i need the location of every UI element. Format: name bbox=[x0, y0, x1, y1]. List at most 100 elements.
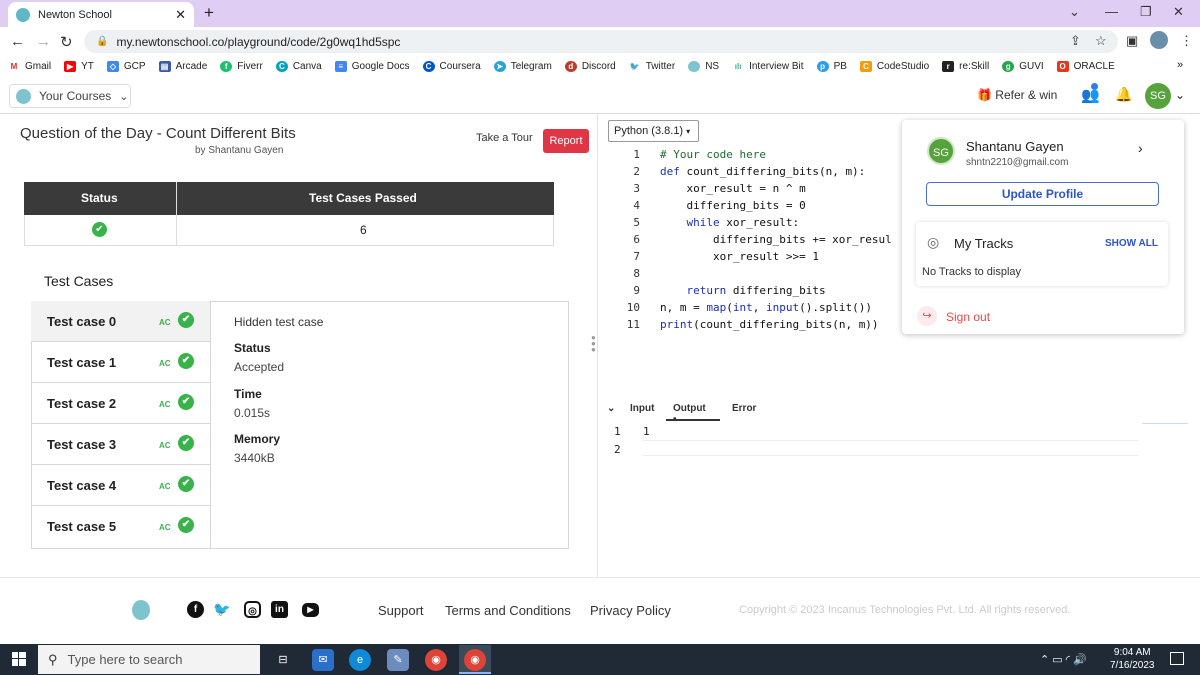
bookmark-interview-bit[interactable]: ılı Interview Bit bbox=[732, 61, 804, 72]
share-icon[interactable]: ⇪ bbox=[1070, 33, 1081, 49]
taskbar-search-box[interactable]: ⚲ Type here to search bbox=[38, 645, 260, 674]
test-case-item[interactable]: Test case 4 AC ✔ bbox=[31, 465, 210, 506]
bookmark-yt[interactable]: ▶ YT bbox=[64, 61, 94, 72]
bookmark-fiverr[interactable]: f Fiverr bbox=[220, 61, 263, 72]
tab-output[interactable]: Output • bbox=[673, 403, 706, 425]
bookmark-guvi[interactable]: g GUVI bbox=[1002, 61, 1044, 72]
browser-tab[interactable]: Newton School ✕ bbox=[8, 2, 194, 27]
google-docs-icon: ≡ bbox=[334, 61, 347, 72]
bookmark-gmail[interactable]: M Gmail bbox=[8, 61, 51, 72]
clock[interactable]: 9:04 AM 7/16/2023 bbox=[1110, 646, 1155, 672]
close-tab-icon[interactable]: ✕ bbox=[175, 7, 186, 23]
bookmark-ns[interactable]: NS bbox=[688, 61, 719, 72]
panel-splitter-handle[interactable]: ● ● ● bbox=[591, 334, 596, 354]
forward-icon[interactable]: → bbox=[36, 33, 51, 50]
privacy-link[interactable]: Privacy Policy bbox=[590, 603, 671, 618]
your-courses-dropdown[interactable]: Your Courses ⌄ bbox=[9, 84, 131, 108]
question-author: by Shantanu Gayen bbox=[195, 145, 284, 156]
notepad-icon[interactable]: ✎ bbox=[387, 649, 409, 671]
bookmark-twitter[interactable]: 🐦 Twitter bbox=[628, 61, 675, 72]
bookmark-coursera[interactable]: C Coursera bbox=[422, 61, 481, 72]
user-avatar[interactable]: SG bbox=[1145, 83, 1171, 109]
menu-kebab-icon[interactable]: ⋮ bbox=[1180, 33, 1193, 49]
test-case-item[interactable]: Test case 3 AC ✔ bbox=[31, 424, 210, 465]
io-line-number: 2 bbox=[614, 443, 621, 456]
bookmark-google-docs[interactable]: ≡ Google Docs bbox=[334, 61, 410, 72]
twitter-icon[interactable]: 🐦 bbox=[213, 601, 230, 618]
tab-input[interactable]: Input bbox=[630, 403, 654, 414]
bookmark-reskill[interactable]: r re:Skill bbox=[942, 61, 989, 72]
take-tour-button[interactable]: Take a Tour bbox=[476, 132, 533, 144]
newton-logo-icon[interactable] bbox=[132, 600, 150, 620]
pb-icon: p bbox=[816, 61, 829, 72]
test-case-item[interactable]: Test case 5 AC ✔ bbox=[31, 506, 210, 547]
test-case-item[interactable]: Test case 0 AC ✔ bbox=[31, 301, 210, 342]
check-icon: ✔ bbox=[178, 476, 194, 492]
test-case-name: Test case 3 bbox=[47, 437, 117, 452]
bookmark-oracle[interactable]: O ORACLE bbox=[1056, 61, 1115, 72]
bell-icon[interactable]: 🔔 bbox=[1115, 86, 1132, 103]
active-tab-underline bbox=[666, 419, 720, 421]
column-divider bbox=[176, 182, 177, 246]
bookmark-telegram[interactable]: ➤ Telegram bbox=[493, 61, 552, 72]
canva-icon: C bbox=[275, 61, 288, 72]
terms-link[interactable]: Terms and Conditions bbox=[445, 603, 571, 618]
windows-start-icon[interactable] bbox=[12, 652, 26, 666]
profile-avatar-icon[interactable] bbox=[1150, 31, 1168, 49]
maximize-button[interactable]: ❐ bbox=[1140, 4, 1152, 20]
chrome-icon[interactable]: ◉ bbox=[425, 649, 447, 671]
bookmark-arcade[interactable]: ▤ Arcade bbox=[158, 61, 207, 72]
chevron-right-icon[interactable]: › bbox=[1138, 140, 1143, 156]
sign-out-icon[interactable]: ↪ bbox=[917, 306, 937, 326]
notification-center-icon[interactable] bbox=[1170, 652, 1184, 665]
close-window-button[interactable]: ✕ bbox=[1173, 4, 1184, 20]
bookmark-canva[interactable]: C Canva bbox=[275, 61, 322, 72]
back-icon[interactable]: ← bbox=[10, 33, 25, 50]
instagram-icon[interactable]: ◎ bbox=[244, 601, 261, 618]
verdict-badge: AC bbox=[159, 400, 171, 409]
language-select[interactable]: Python (3.8.1) ▾ bbox=[608, 120, 699, 142]
line-number: 6 bbox=[633, 233, 640, 246]
bookmark-pb[interactable]: p PB bbox=[816, 61, 847, 72]
reload-icon[interactable]: ↻ bbox=[60, 33, 73, 51]
bookmark-codestudio[interactable]: C CodeStudio bbox=[859, 61, 929, 72]
io-input-field[interactable] bbox=[643, 440, 1138, 456]
minimize-button[interactable]: — bbox=[1105, 4, 1118, 19]
bookmark-discord[interactable]: d Discord bbox=[564, 61, 616, 72]
system-tray[interactable]: ⌃ ▭ ◜ 🔊 bbox=[1040, 653, 1087, 666]
verdict-badge: AC bbox=[159, 318, 171, 327]
edge-icon[interactable]: e bbox=[349, 649, 371, 671]
profile-name[interactable]: Shantanu Gayen bbox=[966, 139, 1064, 154]
bookmark-gcp[interactable]: ◇ GCP bbox=[106, 61, 146, 72]
line-number: 11 bbox=[626, 318, 640, 331]
task-view-icon[interactable]: ⊟ bbox=[272, 649, 294, 671]
code-line: # Your code here bbox=[660, 148, 766, 161]
collapse-chevron-icon[interactable]: ⌄ bbox=[607, 403, 615, 414]
more-bookmarks-icon[interactable]: » bbox=[1177, 59, 1183, 71]
search-placeholder: Type here to search bbox=[67, 652, 183, 667]
sidepanel-icon[interactable]: ▣ bbox=[1126, 33, 1138, 49]
sign-out-link[interactable]: Sign out bbox=[946, 310, 990, 324]
facebook-icon[interactable]: f bbox=[187, 601, 204, 618]
test-case-item[interactable]: Test case 2 AC ✔ bbox=[31, 383, 210, 424]
linkedin-icon[interactable]: in bbox=[271, 601, 288, 618]
show-all-link[interactable]: SHOW ALL bbox=[1105, 238, 1158, 249]
address-bar[interactable]: 🔒 my.newtonschool.co/playground/code/2g0… bbox=[84, 30, 1118, 53]
update-profile-button[interactable]: Update Profile bbox=[926, 182, 1159, 206]
test-case-item[interactable]: Test case 1 AC ✔ bbox=[31, 342, 210, 383]
tab-error[interactable]: Error bbox=[732, 403, 756, 414]
check-icon: ✔ bbox=[178, 353, 194, 369]
hidden-test-label: Hidden test case bbox=[234, 315, 324, 329]
new-tab-button[interactable]: + bbox=[204, 3, 214, 23]
report-button[interactable]: Report bbox=[543, 129, 589, 153]
io-value: 1 bbox=[643, 425, 650, 438]
support-link[interactable]: Support bbox=[378, 603, 424, 618]
refer-win-button[interactable]: 🎁 Refer & win bbox=[977, 88, 1057, 102]
chrome-active-icon[interactable]: ◉ bbox=[464, 649, 486, 671]
youtube-icon[interactable]: ▶ bbox=[302, 603, 319, 617]
mail-icon[interactable]: ✉ bbox=[312, 649, 334, 671]
verdict-badge: AC bbox=[159, 482, 171, 491]
tab-search-icon[interactable]: ⌄ bbox=[1069, 4, 1080, 20]
bookmark-star-icon[interactable]: ☆ bbox=[1095, 33, 1107, 49]
avatar-chevron-icon[interactable]: ⌄ bbox=[1175, 88, 1185, 102]
